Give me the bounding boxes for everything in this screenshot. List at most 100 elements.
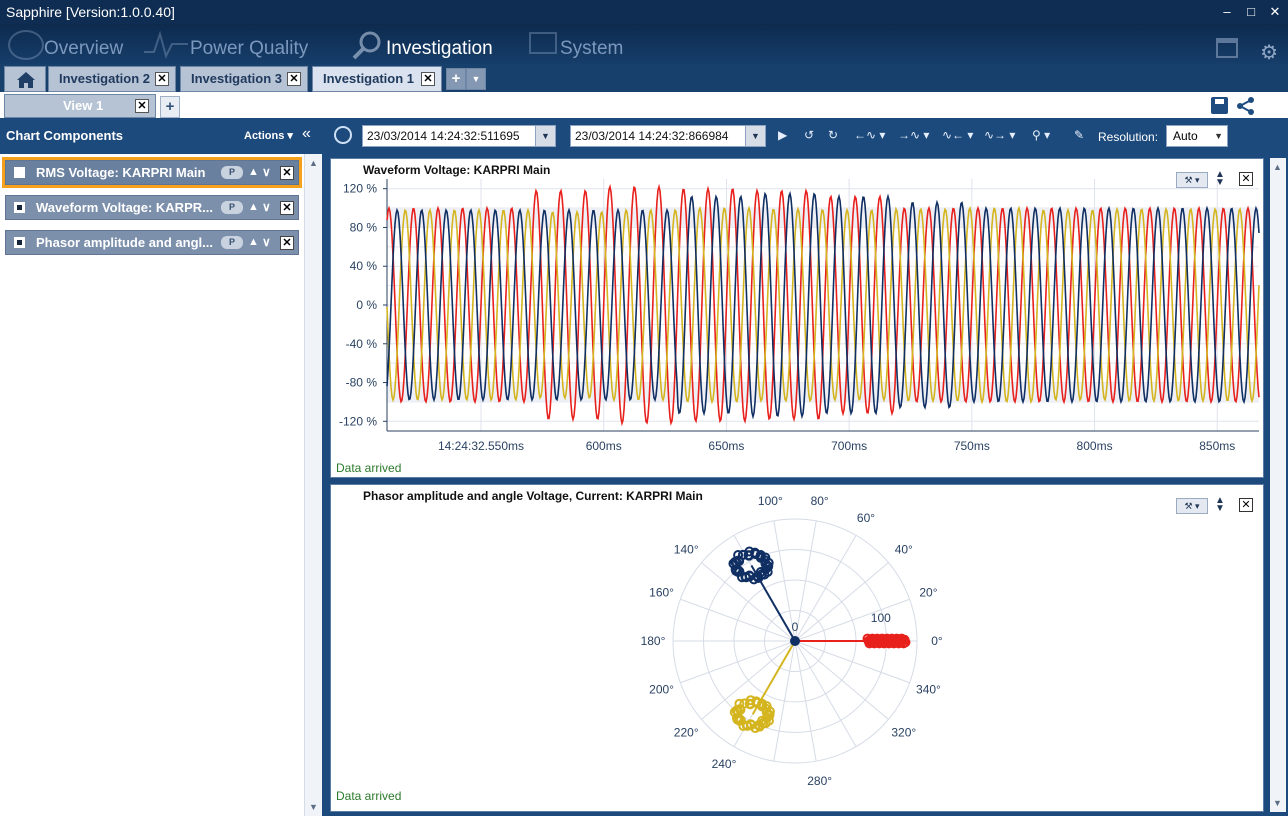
pan-left-icon[interactable]: ∿← ▾ [942, 128, 973, 142]
close-view-icon[interactable]: ✕ [135, 99, 149, 113]
waveform-title: Waveform Voltage: KARPRI Main [363, 163, 551, 177]
title-bar: Sapphire [Version:1.0.0.40] – □ ✕ [0, 0, 1288, 24]
zoom-out-time-icon[interactable]: →∿ ▾ [898, 128, 929, 142]
remove-component-icon[interactable]: ✕ [280, 166, 294, 180]
close-chart-icon[interactable]: ✕ [1239, 498, 1253, 512]
angle-label: 40° [895, 543, 913, 557]
chevron-down-icon: ▼ [1214, 131, 1223, 141]
component-phasor[interactable]: Phasor amplitude and angl... P ▲ ∨ ✕ [5, 230, 299, 255]
x-tick-label: 800ms [1077, 439, 1113, 453]
scroll-down-icon[interactable]: ▼ [309, 802, 318, 812]
zoom-in-time-icon[interactable]: ←∿ ▾ [854, 128, 885, 142]
nav-power-quality[interactable]: Power Quality [190, 38, 308, 60]
tab-label: Investigation 3 [191, 71, 283, 86]
y-tick-label: 0 % [356, 298, 377, 312]
close-chart-icon[interactable]: ✕ [1239, 172, 1253, 186]
play-icon[interactable]: ▶ [778, 128, 787, 142]
main-navigation: Overview Power Quality Investigation Sys… [0, 24, 1288, 64]
waveform-chart[interactable]: 120 % 80 % 40 % 0 % -40 % -80 % -120 % 14:24:32… [331, 159, 1263, 477]
save-icon[interactable] [1211, 97, 1228, 114]
resolution-select[interactable]: Auto ▼ [1166, 125, 1228, 147]
tab-list-dropdown[interactable]: ▼ [466, 68, 486, 90]
nav-overview[interactable]: Overview [44, 38, 123, 60]
tab-label: Investigation 2 [59, 71, 151, 86]
close-tab-icon[interactable]: ✕ [155, 72, 169, 86]
angle-label: 340° [916, 683, 941, 697]
maximize-icon[interactable]: □ [1244, 0, 1258, 24]
expand-icon[interactable]: ∨ [262, 161, 271, 184]
close-icon[interactable]: ✕ [1268, 0, 1282, 24]
calendar-icon[interactable] [1216, 38, 1238, 58]
reorder-icon[interactable]: ▲ [248, 161, 259, 184]
expand-icon[interactable]: ∨ [262, 231, 271, 254]
component-rms-voltage[interactable]: RMS Voltage: KARPRI Main P ▲ ∨ ✕ [2, 157, 302, 188]
globe-icon [8, 30, 44, 60]
dropdown-icon[interactable]: ▼ [535, 126, 555, 146]
component-checkbox[interactable] [14, 237, 25, 248]
nav-investigation[interactable]: Investigation [386, 38, 493, 60]
scroll-up-icon[interactable]: ▲ [1273, 162, 1282, 172]
share-icon[interactable] [1236, 96, 1256, 116]
component-label: RMS Voltage: KARPRI Main [36, 165, 206, 180]
y-tick-label: -120 % [339, 414, 377, 428]
home-tab[interactable] [4, 66, 46, 92]
angle-label: 320° [891, 725, 916, 739]
component-label: Waveform Voltage: KARPR... [36, 200, 213, 215]
expand-icon[interactable]: ∨ [262, 196, 271, 219]
gear-icon[interactable]: ⚙ [1260, 40, 1278, 65]
add-tab-button[interactable]: + [446, 68, 466, 90]
actions-menu[interactable]: Actions ▾ [244, 129, 293, 142]
phasor-title: Phasor amplitude and angle Voltage, Curr… [363, 489, 703, 503]
move-chart-icon[interactable]: ▲ ▼ [1215, 496, 1225, 514]
reorder-icon[interactable]: ▲ [248, 196, 259, 219]
tab-investigation-1[interactable]: Investigation 1 ✕ [312, 66, 442, 92]
waveform-nav-icon [144, 30, 188, 59]
component-waveform-voltage[interactable]: Waveform Voltage: KARPR... P ▲ ∨ ✕ [5, 195, 299, 220]
wrench-icon[interactable]: ⚒ ▾ [1176, 498, 1208, 514]
panel-scrollbar[interactable]: ▲ ▼ [304, 154, 322, 816]
radial-label: 0 [792, 620, 799, 634]
add-view-button[interactable]: + [160, 96, 180, 118]
content-scrollbar[interactable]: ▲ ▼ [1270, 158, 1286, 812]
reorder-icon[interactable]: ▲ [248, 231, 259, 254]
scroll-up-icon[interactable]: ▲ [309, 158, 318, 168]
remove-component-icon[interactable]: ✕ [280, 201, 294, 215]
phasor-panel: 0° 20° 40° 60° 80° 100° 140° 160° 180° 200° 220° 24… [330, 484, 1264, 812]
forward-icon[interactable]: ↻ [828, 128, 838, 142]
minimize-icon[interactable]: – [1220, 0, 1234, 24]
angle-label: 240° [712, 757, 737, 771]
dropdown-icon[interactable]: ▼ [745, 126, 765, 146]
nav-system[interactable]: System [560, 38, 623, 60]
close-tab-icon[interactable]: ✕ [287, 72, 301, 86]
wand-icon[interactable]: ✎ [1074, 128, 1084, 142]
collapse-panel-icon[interactable]: « [302, 125, 311, 143]
start-time-picker[interactable]: 23/03/2014 14:24:32:511695 ▼ [362, 125, 556, 147]
zoom-icon[interactable]: ⚲ ▾ [1032, 128, 1050, 142]
phasor-chart[interactable]: 0° 20° 40° 60° 80° 100° 140° 160° 180° 200° 220° 24… [331, 485, 1263, 811]
end-time-picker[interactable]: 23/03/2014 14:24:32:866984 ▼ [570, 125, 766, 147]
wrench-icon[interactable]: ⚒ ▾ [1176, 172, 1208, 188]
view-strip: View 1 ✕ + [0, 92, 1288, 118]
pin-badge[interactable]: P [221, 201, 243, 214]
view-tab-label: View 1 [63, 98, 104, 113]
resolution-value: Auto [1173, 129, 1198, 143]
scroll-down-icon[interactable]: ▼ [1273, 798, 1282, 808]
x-tick-label: 14:24:32.550ms [438, 439, 524, 453]
stopwatch-icon[interactable] [334, 126, 352, 144]
panel-title: Chart Components [6, 128, 123, 143]
tab-investigation-2[interactable]: Investigation 2 ✕ [48, 66, 176, 92]
angle-label: 60° [857, 511, 875, 525]
pan-right-icon[interactable]: ∿→ ▾ [984, 128, 1015, 142]
pin-badge[interactable]: P [221, 236, 243, 249]
remove-component-icon[interactable]: ✕ [280, 236, 294, 250]
pin-badge[interactable]: P [221, 166, 243, 179]
component-checkbox[interactable] [14, 167, 25, 178]
move-chart-icon[interactable]: ▲ ▼ [1215, 170, 1225, 188]
rewind-icon[interactable]: ↺ [804, 128, 814, 142]
component-checkbox[interactable] [14, 202, 25, 213]
phasor-cluster-0 [862, 633, 911, 649]
view-tab[interactable]: View 1 ✕ [4, 94, 156, 118]
close-tab-icon[interactable]: ✕ [421, 72, 435, 86]
polar-spoke [680, 640, 796, 684]
tab-investigation-3[interactable]: Investigation 3 ✕ [180, 66, 308, 92]
